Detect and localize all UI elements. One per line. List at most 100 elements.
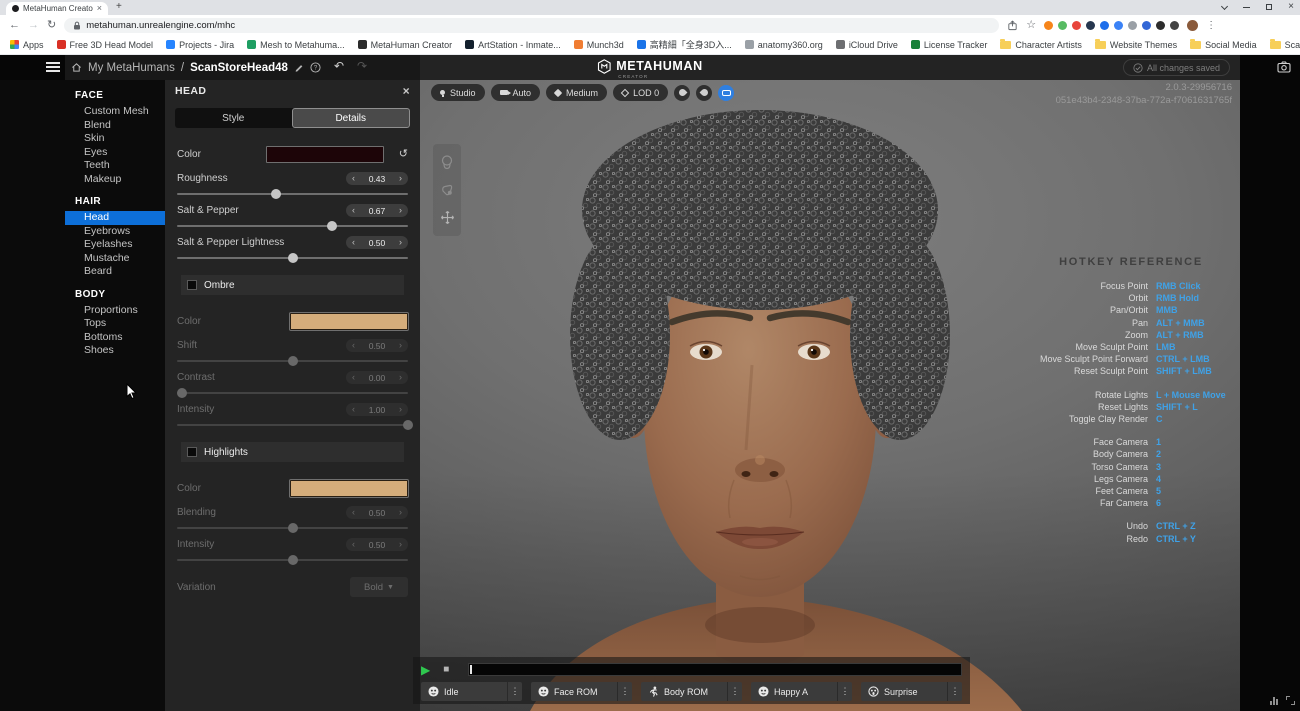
slider-thumb[interactable] — [288, 253, 298, 263]
tab-details[interactable]: Details — [292, 108, 411, 128]
increment-icon[interactable]: › — [399, 238, 402, 247]
reload-icon[interactable]: ↻ — [47, 20, 56, 31]
sidebar-item-proportions[interactable]: Proportions — [65, 304, 165, 318]
bookmark-item[interactable]: MetaHuman Creator — [358, 40, 453, 50]
bookmark-item[interactable]: 高精細「全身3D入... — [637, 38, 732, 51]
slider-track[interactable] — [177, 360, 408, 362]
slider-track[interactable] — [177, 193, 408, 195]
sculpt-brush-button[interactable] — [674, 85, 690, 101]
viewport-3d[interactable]: Studio Auto Medium LOD 0 2.0.3-29956716 … — [420, 80, 1240, 711]
extension-icon[interactable] — [1100, 21, 1109, 30]
sidebar-item-blend[interactable]: Blend — [65, 119, 165, 133]
slider-thumb[interactable] — [288, 555, 298, 565]
screenshot-camera-icon[interactable] — [1277, 60, 1291, 78]
panel-close-icon[interactable]: × — [403, 85, 410, 97]
value-stepper[interactable]: ‹ 0.50 › — [346, 538, 408, 551]
value-stepper[interactable]: ‹ 0.00 › — [346, 371, 408, 384]
sidebar-item-shoes[interactable]: Shoes — [65, 344, 165, 358]
bookmark-item[interactable]: Free 3D Head Model — [57, 40, 154, 50]
slider-track[interactable] — [177, 392, 408, 394]
home-icon[interactable] — [71, 62, 82, 73]
browser-menu-icon[interactable]: ⋮ — [1206, 20, 1216, 31]
bookmark-item[interactable]: Character Artists — [1000, 40, 1082, 50]
extension-icon[interactable] — [1086, 21, 1095, 30]
slider-track[interactable] — [177, 559, 408, 561]
bookmark-item[interactable]: Projects - Jira — [166, 40, 234, 50]
track-menu-icon[interactable]: ⋮ — [507, 682, 522, 701]
help-icon[interactable]: ? — [310, 62, 321, 73]
decrement-icon[interactable]: ‹ — [352, 540, 355, 549]
tab-search-icon[interactable] — [1221, 2, 1228, 9]
timeline-scrubber[interactable] — [468, 663, 962, 676]
track-menu-icon[interactable]: ⋮ — [727, 682, 742, 701]
slider-track[interactable] — [177, 527, 408, 529]
bookmark-item[interactable]: Social Media — [1190, 40, 1257, 50]
highlights-color-swatch[interactable] — [290, 480, 408, 497]
undo-icon[interactable]: ↶ — [334, 60, 344, 72]
sidebar-item-beard[interactable]: Beard — [65, 265, 165, 279]
extension-icon[interactable] — [1058, 21, 1067, 30]
slider-thumb[interactable] — [403, 420, 413, 430]
variation-dropdown[interactable]: Bold ▼ — [350, 577, 408, 597]
decrement-icon[interactable]: ‹ — [352, 405, 355, 414]
value-stepper[interactable]: ‹ 0.43 › — [346, 172, 408, 185]
extension-icon[interactable] — [1072, 21, 1081, 30]
increment-icon[interactable]: › — [399, 405, 402, 414]
animation-track-idle[interactable]: Idle ⋮ — [421, 682, 522, 701]
increment-icon[interactable]: › — [399, 508, 402, 517]
sculpt-hand-icon[interactable] — [440, 183, 454, 197]
track-menu-icon[interactable]: ⋮ — [837, 682, 852, 701]
profile-avatar[interactable] — [1187, 20, 1198, 31]
playhead[interactable] — [470, 665, 472, 674]
back-icon[interactable]: ← — [9, 20, 20, 31]
bookmark-item[interactable]: anatomy360.org — [745, 40, 823, 50]
extension-icon[interactable] — [1114, 21, 1123, 30]
redo-icon[interactable]: ↷ — [357, 60, 367, 72]
rename-pencil-icon[interactable] — [294, 63, 304, 73]
track-menu-icon[interactable]: ⋮ — [617, 682, 632, 701]
sidebar-item-eyelashes[interactable]: Eyelashes — [65, 238, 165, 252]
decrement-icon[interactable]: ‹ — [352, 341, 355, 350]
animation-track-surprise[interactable]: Surprise ⋮ — [861, 682, 962, 701]
window-close-icon[interactable]: × — [1288, 2, 1294, 12]
new-tab-button[interactable]: + — [116, 1, 122, 12]
share-icon[interactable] — [1007, 20, 1018, 31]
decrement-icon[interactable]: ‹ — [352, 174, 355, 183]
sidebar-item-skin[interactable]: Skin — [65, 132, 165, 146]
play-button[interactable]: ▶ — [421, 664, 430, 676]
value-stepper[interactable]: ‹ 0.50 › — [346, 506, 408, 519]
ombre-color-swatch[interactable] — [290, 313, 408, 330]
slider-thumb[interactable] — [271, 189, 281, 199]
hair-color-swatch[interactable] — [266, 146, 384, 163]
extension-icon[interactable] — [1170, 21, 1179, 30]
bookmark-item[interactable]: iCloud Drive — [836, 40, 898, 50]
move-tool-icon[interactable] — [440, 210, 455, 225]
bookmark-item[interactable]: Scan Store — [1270, 40, 1300, 50]
head-tool-icon[interactable] — [440, 155, 454, 171]
apps-shortcut[interactable]: Apps — [10, 40, 44, 50]
bookmark-star-icon[interactable]: ☆ — [1026, 20, 1036, 31]
viewport-button-auto[interactable]: Auto — [491, 84, 541, 101]
highlights-checkbox[interactable] — [187, 447, 197, 457]
sidebar-item-bottoms[interactable]: Bottoms — [65, 331, 165, 345]
sidebar-item-custom-mesh[interactable]: Custom Mesh — [65, 105, 165, 119]
fullscreen-icon[interactable] — [1286, 696, 1295, 705]
sidebar-item-teeth[interactable]: Teeth — [65, 159, 165, 173]
track-menu-icon[interactable]: ⋮ — [947, 682, 962, 701]
viewport-button-studio[interactable]: Studio — [431, 84, 485, 101]
value-stepper[interactable]: ‹ 0.50 › — [346, 339, 408, 352]
increment-icon[interactable]: › — [399, 341, 402, 350]
slider-track[interactable] — [177, 257, 408, 259]
extension-icon[interactable] — [1128, 21, 1137, 30]
bookmark-item[interactable]: Website Themes — [1095, 40, 1177, 50]
increment-icon[interactable]: › — [399, 540, 402, 549]
bookmark-item[interactable]: Munch3d — [574, 40, 624, 50]
value-stepper[interactable]: ‹ 0.50 › — [346, 236, 408, 249]
animation-track-happy-a[interactable]: Happy A ⋮ — [751, 682, 852, 701]
increment-icon[interactable]: › — [399, 206, 402, 215]
minimize-icon[interactable] — [1243, 7, 1250, 8]
slider-thumb[interactable] — [288, 356, 298, 366]
forward-icon[interactable]: → — [28, 20, 39, 31]
tab-close-icon[interactable]: × — [97, 4, 102, 13]
bookmark-item[interactable]: ArtStation - Inmate... — [465, 40, 561, 50]
